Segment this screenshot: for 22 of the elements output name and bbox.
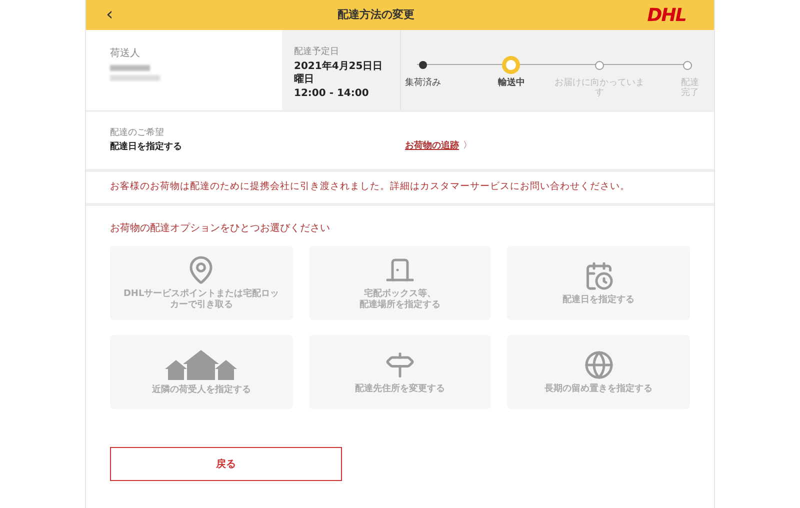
logo: DHL bbox=[646, 4, 687, 28]
globe-icon bbox=[584, 350, 614, 380]
back-link[interactable]: ‹ bbox=[106, 6, 114, 24]
notice-text: お客様のお荷物は配達のために提携会社に引き渡されました。詳細はカスタマーサービスにお問い合わせください。 bbox=[110, 180, 630, 194]
delivery-time: 12:00 - 14:00 bbox=[294, 86, 370, 100]
date-label: 配達予定日 bbox=[294, 46, 340, 59]
delivery-date: 2021年4月25日日曜日 bbox=[294, 60, 384, 86]
redacted-text bbox=[110, 75, 160, 81]
back-button[interactable]: 戻る bbox=[110, 447, 342, 481]
chevron-icon: 〉 bbox=[463, 140, 472, 154]
signpost-icon bbox=[384, 350, 415, 380]
step-label: 輸送中 bbox=[496, 78, 526, 88]
redacted-text bbox=[110, 65, 150, 71]
options-heading: お荷物の配達オプションをひとつお選びください bbox=[110, 223, 330, 234]
calendar-clock-icon bbox=[584, 260, 614, 290]
preference-value: 配達日を指定する bbox=[110, 140, 183, 154]
page-title: 配達方法の変更 bbox=[336, 6, 416, 23]
sender-label: 荷送人 bbox=[110, 46, 141, 61]
houses-icon bbox=[163, 348, 240, 380]
preference-label: 配達のご希望 bbox=[110, 127, 165, 140]
tracking-link[interactable]: お荷物の追跡 bbox=[405, 140, 459, 154]
step-label: 集荷済み bbox=[404, 78, 442, 88]
